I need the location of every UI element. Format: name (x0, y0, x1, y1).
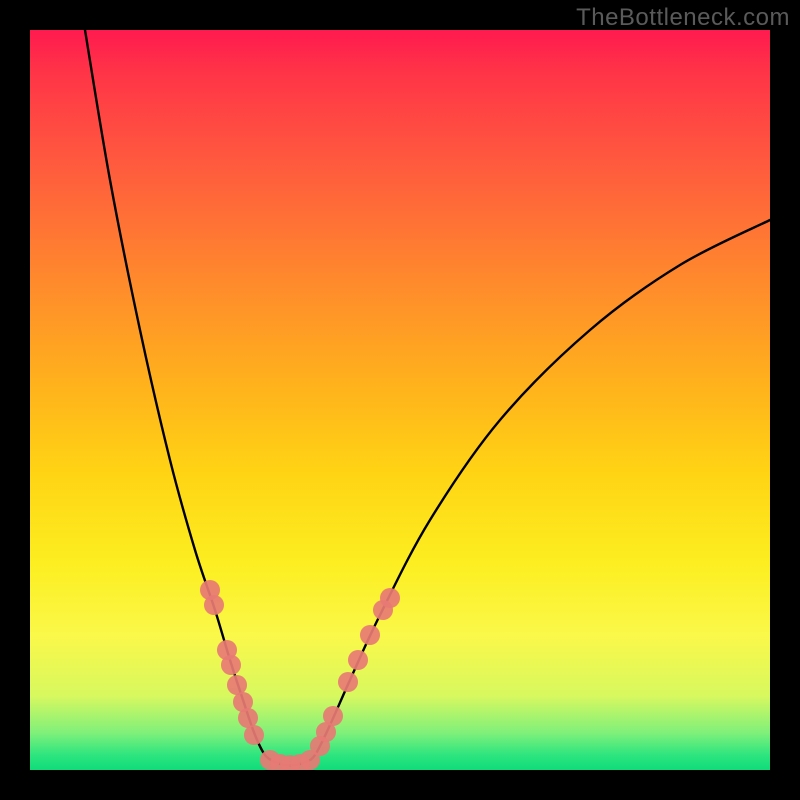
watermark-text: TheBottleneck.com (576, 4, 790, 32)
v-curve (85, 30, 770, 765)
data-dot (238, 708, 258, 728)
data-dot (323, 706, 343, 726)
data-dot (227, 675, 247, 695)
data-dot (244, 725, 264, 745)
data-dots (200, 580, 400, 770)
chart-container: TheBottleneck.com (0, 0, 800, 800)
data-dot (360, 625, 380, 645)
plot-area (30, 30, 770, 770)
data-dot (204, 595, 224, 615)
curve-layer (30, 30, 770, 770)
curve-line (85, 30, 770, 765)
data-dot (221, 655, 241, 675)
data-dot (348, 650, 368, 670)
data-dot (338, 672, 358, 692)
data-dot (380, 588, 400, 608)
